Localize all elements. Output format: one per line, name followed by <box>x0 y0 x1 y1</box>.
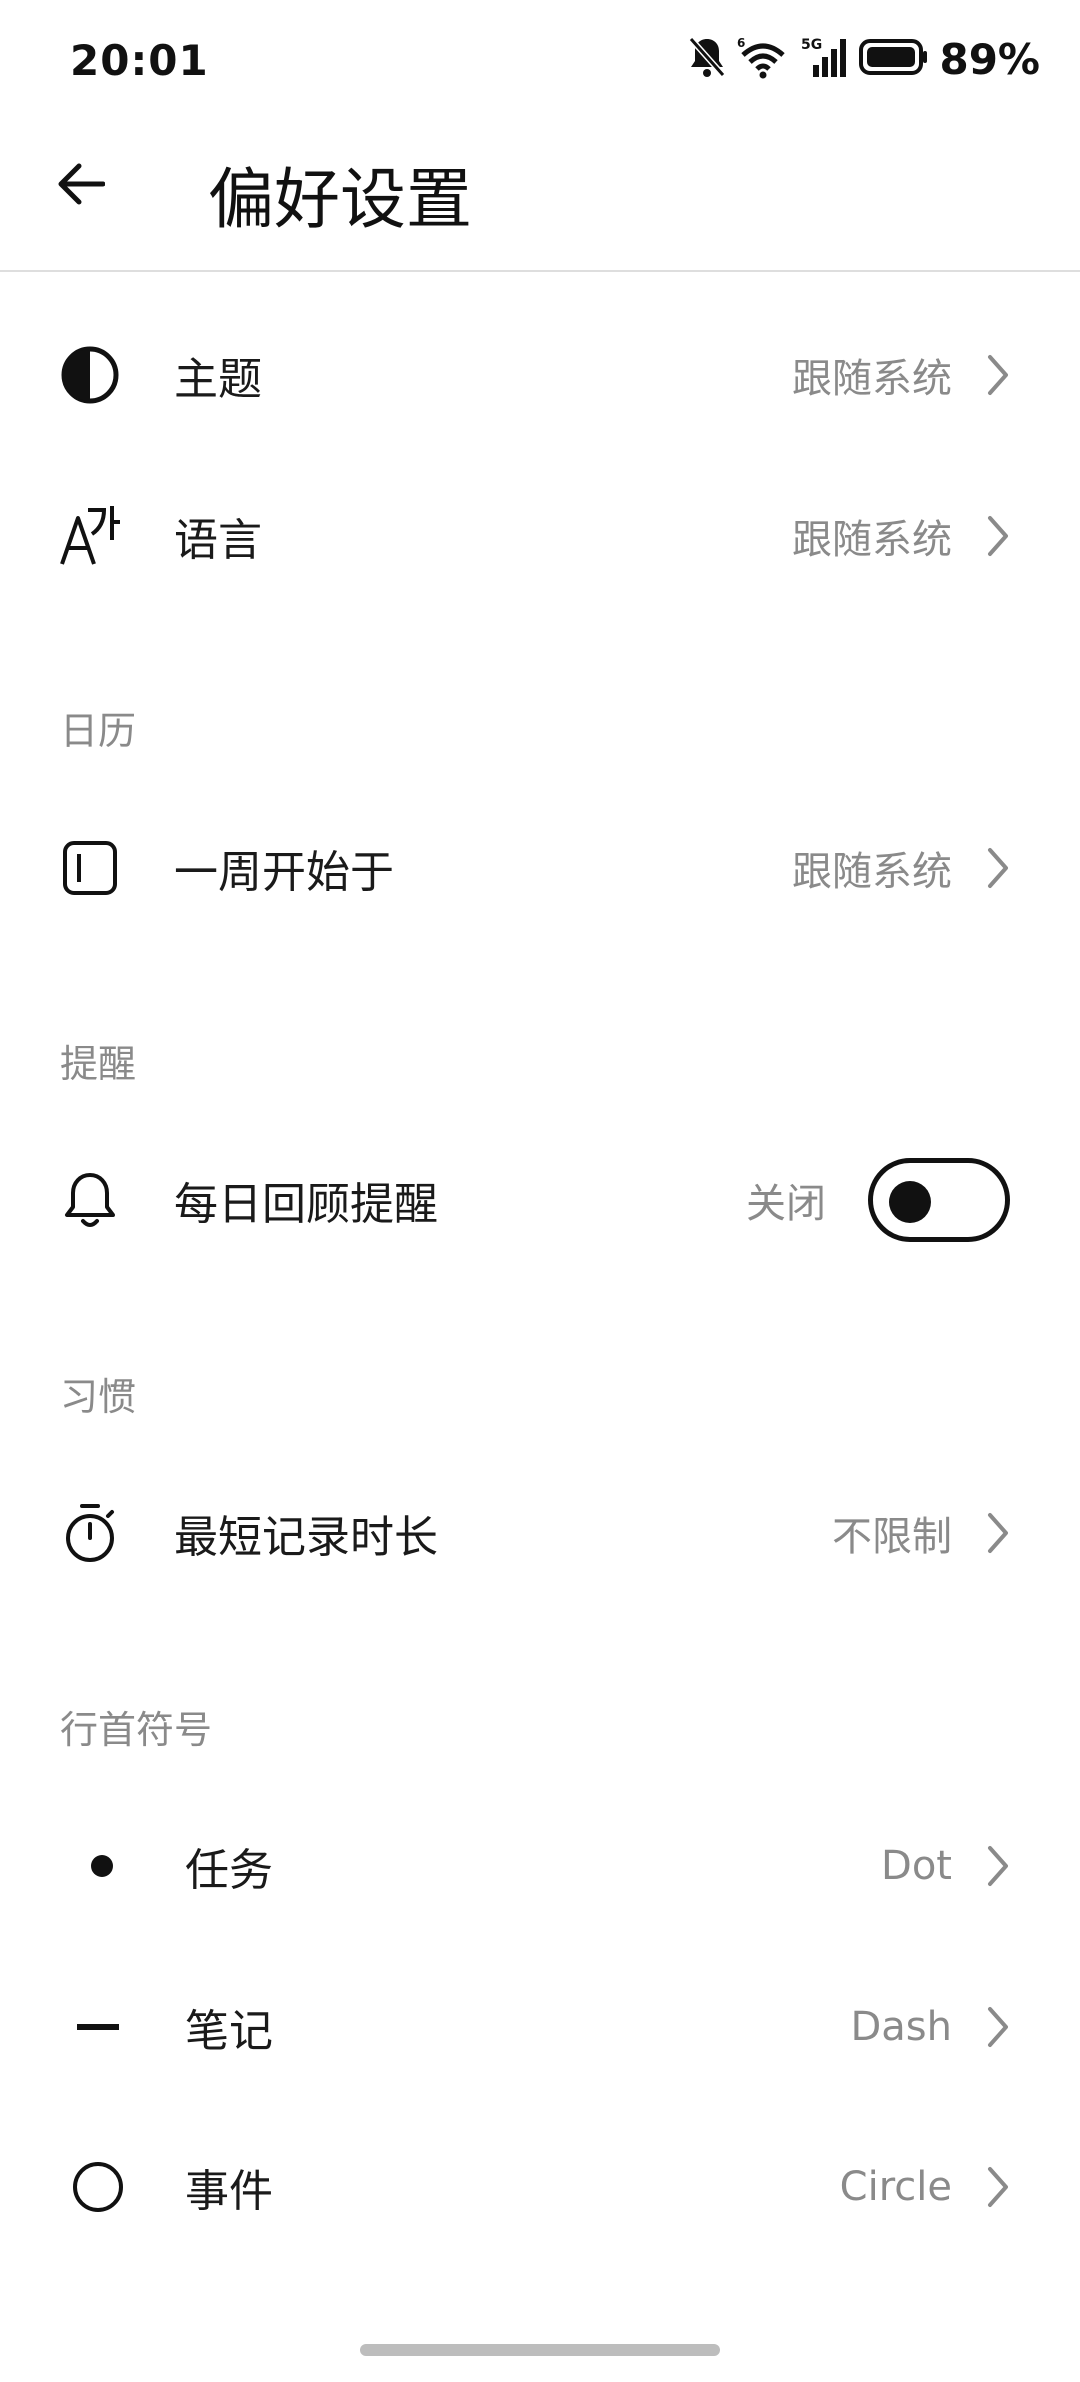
status-time: 20:01 <box>70 36 209 85</box>
min-duration-setting-row[interactable]: 最短记录时长 不限制 <box>0 1473 1080 1593</box>
chevron-right-icon <box>984 843 1012 893</box>
battery-icon <box>859 37 929 81</box>
section-header-habit: 习惯 <box>60 1375 137 1419</box>
language-setting-row[interactable]: 语言 跟随系统 <box>0 476 1080 596</box>
dot-icon <box>70 1834 134 1898</box>
language-icon <box>58 504 122 568</box>
week-start-setting-row[interactable]: 一周开始于 跟随系统 <box>0 808 1080 928</box>
home-indicator[interactable] <box>360 2344 720 2356</box>
chevron-right-icon <box>984 350 1012 400</box>
event-bullet-value: Circle <box>839 2164 952 2210</box>
chevron-right-icon <box>984 1508 1012 1558</box>
bell-icon <box>58 1168 122 1232</box>
daily-review-state: 关闭 <box>746 1181 826 1227</box>
note-bullet-row[interactable]: 笔记 Dash <box>0 1967 1080 2087</box>
section-header-calendar: 日历 <box>60 709 137 753</box>
language-label: 语言 <box>174 515 262 566</box>
chevron-right-icon <box>984 2002 1012 2052</box>
arrow-left-icon <box>55 162 106 210</box>
task-bullet-row[interactable]: 任务 Dot <box>0 1806 1080 1926</box>
chevron-right-icon <box>984 511 1012 561</box>
page-title: 偏好设置 <box>208 161 472 238</box>
svg-text:6: 6 <box>737 36 745 50</box>
theme-value: 跟随系统 <box>792 356 952 402</box>
dash-icon <box>66 1995 130 2059</box>
circle-icon <box>66 2155 130 2219</box>
min-duration-label: 最短记录时长 <box>174 1512 438 1563</box>
muted-bell-icon <box>687 35 727 83</box>
section-header-reminder: 提醒 <box>60 1042 137 1086</box>
week-start-value: 跟随系统 <box>792 849 952 895</box>
toggle-knob <box>889 1181 931 1223</box>
theme-label: 主题 <box>174 354 262 405</box>
theme-contrast-icon <box>58 343 122 407</box>
task-bullet-label: 任务 <box>185 1845 273 1896</box>
stopwatch-icon <box>58 1501 122 1565</box>
daily-review-toggle[interactable] <box>868 1158 1010 1242</box>
back-button[interactable] <box>50 156 110 216</box>
min-duration-value: 不限制 <box>832 1514 952 1560</box>
chevron-right-icon <box>984 1841 1012 1891</box>
note-bullet-label: 笔记 <box>185 2006 273 2057</box>
language-value: 跟随系统 <box>792 517 952 563</box>
battery-percentage: 89% <box>939 34 1040 84</box>
daily-review-label: 每日回顾提醒 <box>174 1179 438 1230</box>
event-bullet-label: 事件 <box>185 2166 273 2217</box>
wifi-icon: 6 <box>737 35 789 83</box>
chevron-right-icon <box>984 2162 1012 2212</box>
task-bullet-value: Dot <box>881 1843 952 1889</box>
app-bar-divider <box>0 270 1080 272</box>
theme-setting-row[interactable]: 主题 跟随系统 <box>0 315 1080 435</box>
network-type-label: 5G <box>801 37 822 53</box>
daily-review-reminder-row[interactable]: 每日回顾提醒 关闭 <box>0 1140 1080 1260</box>
note-bullet-value: Dash <box>850 2004 952 2050</box>
week-start-label: 一周开始于 <box>174 847 394 898</box>
event-bullet-row[interactable]: 事件 Circle <box>0 2127 1080 2247</box>
section-header-bullets: 行首符号 <box>60 1708 213 1752</box>
cellular-signal-icon: 5G <box>799 35 849 83</box>
status-icons: 6 5G 89% <box>687 34 1040 84</box>
calendar-week-icon <box>58 836 122 900</box>
